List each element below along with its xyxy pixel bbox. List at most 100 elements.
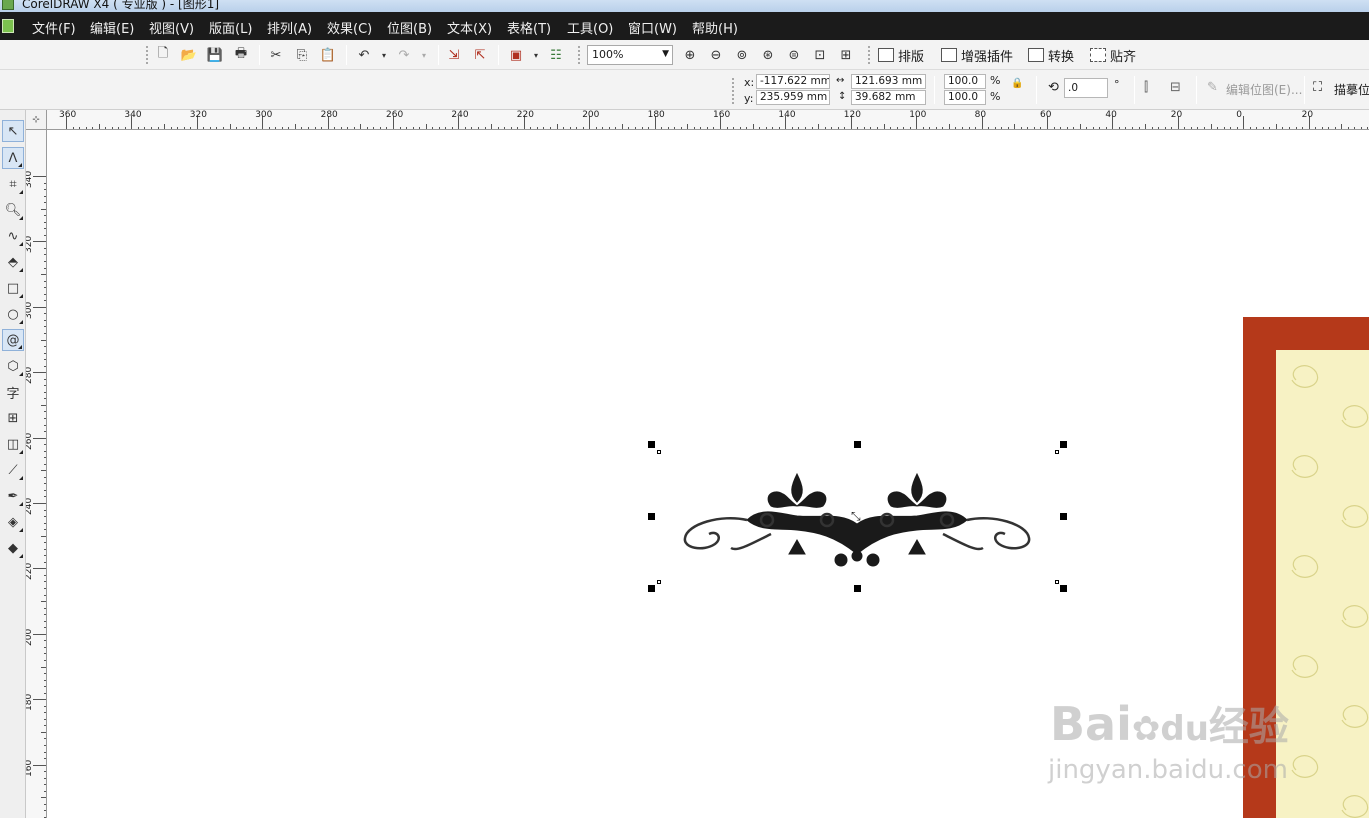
edit-bitmap-button[interactable]: 编辑位图(E)...: [1226, 81, 1302, 98]
menu-layout[interactable]: 版面(L): [209, 18, 252, 37]
menu-view[interactable]: 视图(V): [149, 18, 194, 37]
ruler-minor-tick: [1321, 127, 1323, 129]
selection-handle-top-right[interactable]: [1060, 441, 1067, 448]
rotation-angle-field[interactable]: .0: [1064, 78, 1108, 98]
selection-handle-bottom-left[interactable]: [648, 585, 655, 592]
selection-handle-bottom[interactable]: [854, 585, 861, 592]
application-launcher-icon[interactable]: ▣: [508, 47, 524, 63]
document-icon[interactable]: [2, 19, 14, 33]
menu-effects[interactable]: 效果(C): [327, 18, 372, 37]
ruler-minor-tick: [44, 653, 46, 655]
menu-table[interactable]: 表格(T): [507, 18, 551, 37]
outline-tool-icon[interactable]: ✒: [2, 485, 24, 507]
mirror-vertical-icon[interactable]: ⊟: [1170, 80, 1181, 95]
node-handle[interactable]: [1055, 450, 1059, 454]
horizontal-ruler[interactable]: 360 340 320 300 280 260 240 220 200 180 160 140 120 1…: [26, 110, 1369, 130]
zoom-tool-icon[interactable]: 🔍︎: [2, 199, 24, 221]
selection-handle-top-left[interactable]: [648, 441, 655, 448]
ruler-minor-tick: [44, 810, 46, 812]
toolbar-grip[interactable]: [578, 46, 581, 64]
zoom-out-icon[interactable]: ⊖: [708, 47, 724, 63]
zoom-all-objects-icon[interactable]: ⊛: [760, 47, 776, 63]
undo-icon[interactable]: ↶: [356, 47, 372, 63]
ruler-minor-tick: [44, 607, 46, 609]
import-icon[interactable]: ⇲: [446, 47, 462, 63]
launcher-dropdown-icon[interactable]: ▾: [528, 47, 544, 63]
selection-handle-top[interactable]: [854, 441, 861, 448]
pick-tool-icon[interactable]: ↖: [2, 120, 24, 142]
rectangle-tool-icon[interactable]: □: [2, 277, 24, 299]
copy-icon[interactable]: ⎘: [294, 47, 310, 63]
menu-file[interactable]: 文件(F): [32, 18, 76, 37]
eyedropper-tool-icon[interactable]: ⟋: [2, 459, 24, 481]
redo-icon[interactable]: ↷: [396, 47, 412, 63]
plugins-button[interactable]: 增强插件: [941, 46, 1013, 65]
open-icon[interactable]: 📂: [181, 47, 197, 63]
basic-shapes-tool-icon[interactable]: ⬡: [2, 355, 24, 377]
ruler-label: 260: [26, 432, 34, 450]
interactive-blend-tool-icon[interactable]: ◫: [2, 433, 24, 455]
node-handle[interactable]: [657, 580, 661, 584]
menu-text[interactable]: 文本(X): [447, 18, 492, 37]
spiral-tool-icon[interactable]: @: [2, 329, 24, 351]
cut-icon[interactable]: ✂: [268, 47, 284, 63]
menu-help[interactable]: 帮助(H): [692, 18, 738, 37]
mirror-horizontal-icon[interactable]: ⫿: [1144, 80, 1148, 95]
ruler-origin-icon[interactable]: ⊹: [26, 110, 47, 130]
export-icon[interactable]: ⇱: [472, 47, 488, 63]
ruler-minor-tick: [366, 127, 368, 129]
layout-button[interactable]: 排版: [878, 46, 924, 65]
y-position-field[interactable]: 235.959 mm: [756, 90, 830, 105]
width-field[interactable]: 121.693 mm: [851, 74, 926, 89]
x-position-field[interactable]: -117.622 mm: [756, 74, 830, 89]
card-pattern-panel: [1276, 350, 1369, 818]
vertical-ruler[interactable]: 340 320 300 280 260 240 220 200 180 160: [26, 130, 47, 818]
height-field[interactable]: 39.682 mm: [851, 90, 926, 105]
convert-button[interactable]: 转换: [1028, 46, 1074, 65]
welcome-screen-icon[interactable]: ☷: [548, 47, 564, 63]
node-handle[interactable]: [1055, 580, 1059, 584]
trace-bitmap-button[interactable]: 描摹位: [1334, 81, 1369, 98]
ruler-minor-tick: [425, 124, 427, 129]
redo-dropdown-icon[interactable]: ▾: [416, 47, 432, 63]
toolbar-grip[interactable]: [868, 46, 871, 64]
scale-y-field[interactable]: 100.0: [944, 90, 986, 105]
shape-tool-icon[interactable]: ⴷ: [2, 147, 24, 169]
ruler-minor-tick: [44, 542, 46, 544]
table-tool-icon[interactable]: ⊞: [2, 407, 24, 429]
zoom-page-height-icon[interactable]: ⊞: [838, 47, 854, 63]
toolbar-grip[interactable]: [146, 46, 149, 64]
lock-ratio-icon[interactable]: 🔒: [1011, 78, 1023, 89]
selection-handle-right[interactable]: [1060, 513, 1067, 520]
menu-bitmaps[interactable]: 位图(B): [387, 18, 432, 37]
text-tool-icon[interactable]: 字: [2, 381, 24, 403]
paste-icon[interactable]: 📋: [320, 47, 336, 63]
zoom-selected-icon[interactable]: ⊚: [734, 47, 750, 63]
crop-tool-icon[interactable]: ⌗: [2, 173, 24, 195]
node-handle[interactable]: [657, 450, 661, 454]
undo-dropdown-icon[interactable]: ▾: [376, 47, 392, 63]
menu-edit[interactable]: 编辑(E): [90, 18, 134, 37]
menu-tools[interactable]: 工具(O): [567, 18, 613, 37]
ruler-minor-tick: [44, 718, 46, 720]
zoom-page-icon[interactable]: ⊜: [786, 47, 802, 63]
smart-fill-tool-icon[interactable]: ⬘: [2, 251, 24, 273]
scale-x-field[interactable]: 100.0: [944, 74, 986, 89]
toolbar-grip[interactable]: [732, 78, 735, 104]
zoom-level-select[interactable]: 100% ▼: [587, 45, 673, 65]
ellipse-tool-icon[interactable]: ○: [2, 303, 24, 325]
new-document-icon[interactable]: 🗋: [155, 46, 171, 63]
zoom-page-width-icon[interactable]: ⊡: [812, 47, 828, 63]
selection-handle-left[interactable]: [648, 513, 655, 520]
interactive-fill-tool-icon[interactable]: ◆: [2, 537, 24, 559]
selection-handle-bottom-right[interactable]: [1060, 585, 1067, 592]
zoom-in-icon[interactable]: ⊕: [682, 47, 698, 63]
freehand-tool-icon[interactable]: ∿: [2, 225, 24, 247]
print-icon[interactable]: 🖶: [233, 46, 249, 63]
ruler-minor-tick: [491, 124, 493, 129]
snap-button[interactable]: 贴齐: [1090, 46, 1136, 65]
save-icon[interactable]: 💾: [207, 47, 223, 63]
menu-arrange[interactable]: 排列(A): [267, 18, 312, 37]
fill-tool-icon[interactable]: ◈: [2, 511, 24, 533]
menu-window[interactable]: 窗口(W): [628, 18, 677, 37]
